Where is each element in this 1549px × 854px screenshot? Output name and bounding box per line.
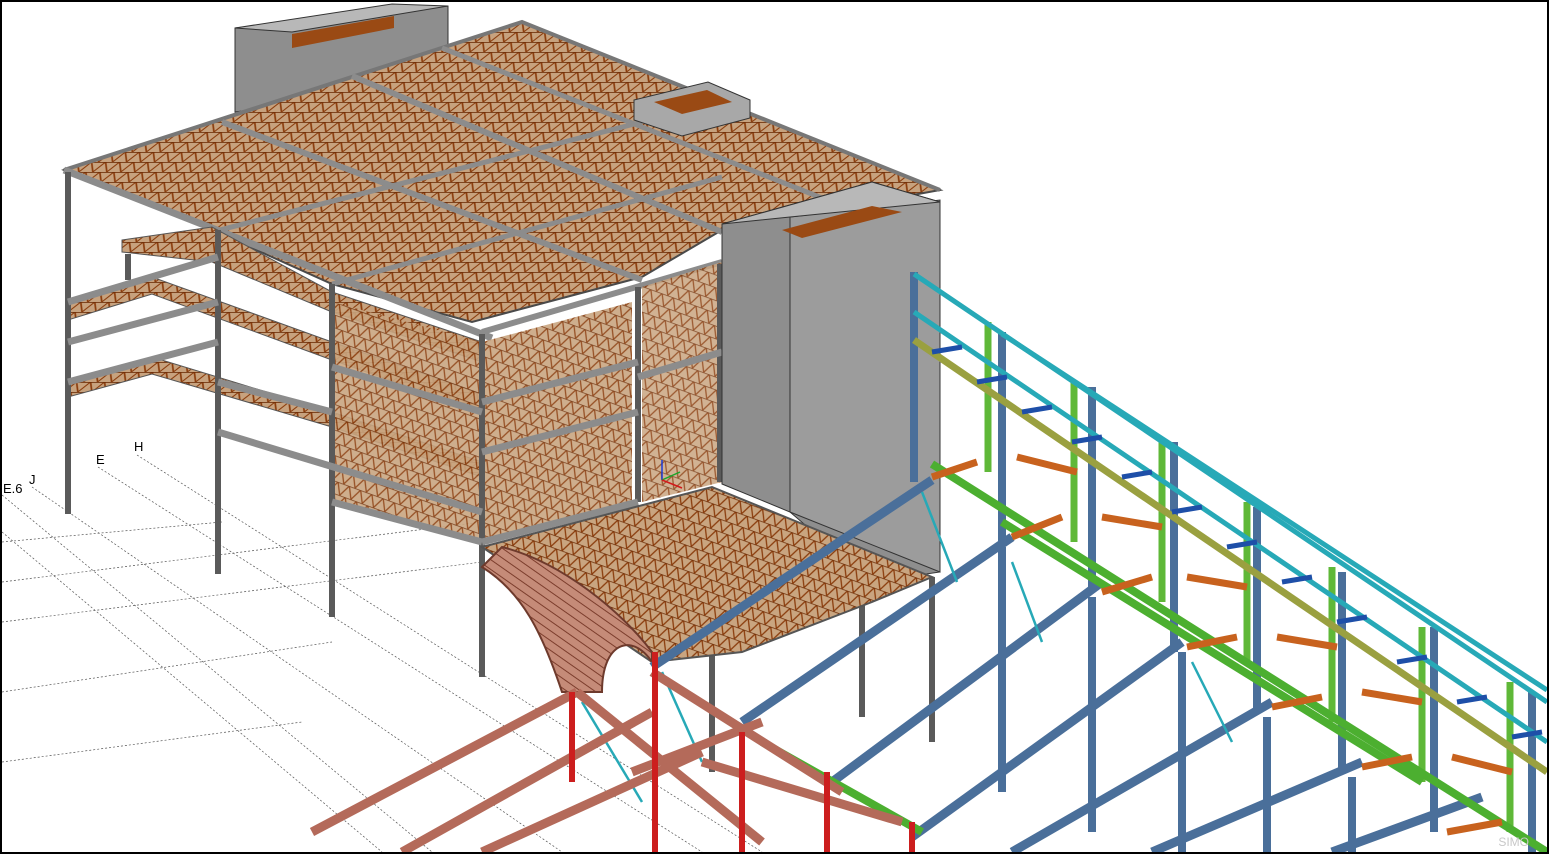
grid-label-j: J	[29, 472, 36, 487]
grid-label-e6: E.6	[3, 481, 23, 496]
grid-label-e: E	[96, 452, 105, 467]
watermark: SIMO	[1498, 835, 1529, 849]
model-viewport[interactable]: E.6 J E H SIMO	[0, 0, 1549, 854]
grid-label-h: H	[134, 439, 144, 454]
olive-girts	[912, 337, 1547, 775]
stair-stringers	[309, 668, 904, 852]
structural-model-3d-view[interactable]	[2, 2, 1547, 852]
